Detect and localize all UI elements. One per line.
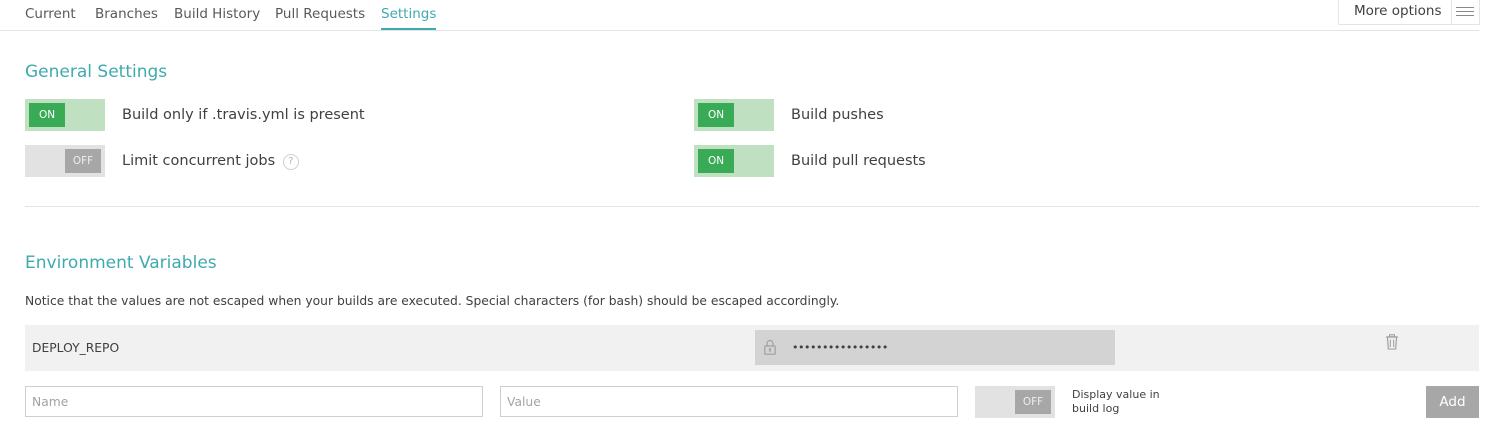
- toggle-knob: OFF: [1015, 390, 1051, 414]
- limit-concurrent-jobs-setting: Limit concurrent jobs ?: [122, 152, 299, 170]
- tab-branches[interactable]: Branches: [95, 6, 158, 22]
- toggle-knob: ON: [29, 103, 65, 127]
- repo-tab-bar: Current Branches Build History Pull Requ…: [0, 0, 1480, 31]
- more-options-divider: [1451, 0, 1452, 24]
- more-options-button[interactable]: More options: [1338, 0, 1480, 25]
- environment-variables-title: Environment Variables: [25, 253, 217, 273]
- env-vars-notice: Notice that the values are not escaped w…: [25, 294, 840, 308]
- general-settings-title: General Settings: [25, 62, 168, 82]
- hamburger-icon[interactable]: [1456, 4, 1474, 18]
- help-icon[interactable]: ?: [282, 154, 299, 170]
- toggle-knob: ON: [698, 103, 734, 127]
- build-only-travis-yml-toggle[interactable]: ON: [25, 99, 105, 131]
- section-divider: [25, 206, 1479, 207]
- env-var-value: ••••••••••••••••: [792, 341, 888, 354]
- tab-pull-requests[interactable]: Pull Requests: [275, 6, 365, 22]
- display-value-label: Display value in build log: [1072, 388, 1160, 415]
- env-var-value-input[interactable]: [500, 386, 958, 417]
- build-pull-requests-toggle[interactable]: ON: [694, 145, 774, 177]
- limit-concurrent-jobs-toggle[interactable]: OFF: [25, 145, 105, 177]
- toggle-knob: ON: [698, 149, 734, 173]
- trash-icon[interactable]: [1385, 334, 1399, 350]
- more-options-label: More options: [1354, 3, 1442, 19]
- env-var-name-input[interactable]: [25, 386, 483, 417]
- tab-build-history[interactable]: Build History: [174, 6, 260, 22]
- build-pushes-label: Build pushes: [791, 107, 884, 123]
- tab-current[interactable]: Current: [25, 6, 76, 22]
- add-env-var-button[interactable]: Add: [1426, 386, 1479, 418]
- env-var-value-field: ••••••••••••••••: [755, 330, 1115, 365]
- lock-icon: [764, 339, 776, 355]
- display-value-toggle[interactable]: OFF: [975, 386, 1055, 418]
- toggle-knob: OFF: [65, 149, 101, 173]
- env-var-row: DEPLOY_REPO ••••••••••••••••: [25, 325, 1479, 371]
- build-pushes-toggle[interactable]: ON: [694, 99, 774, 131]
- build-pull-requests-label: Build pull requests: [791, 153, 926, 169]
- tab-settings[interactable]: Settings: [381, 6, 437, 30]
- limit-concurrent-jobs-label: Limit concurrent jobs: [122, 153, 276, 169]
- build-only-travis-yml-label: Build only if .travis.yml is present: [122, 107, 365, 123]
- env-var-name: DEPLOY_REPO: [32, 341, 120, 355]
